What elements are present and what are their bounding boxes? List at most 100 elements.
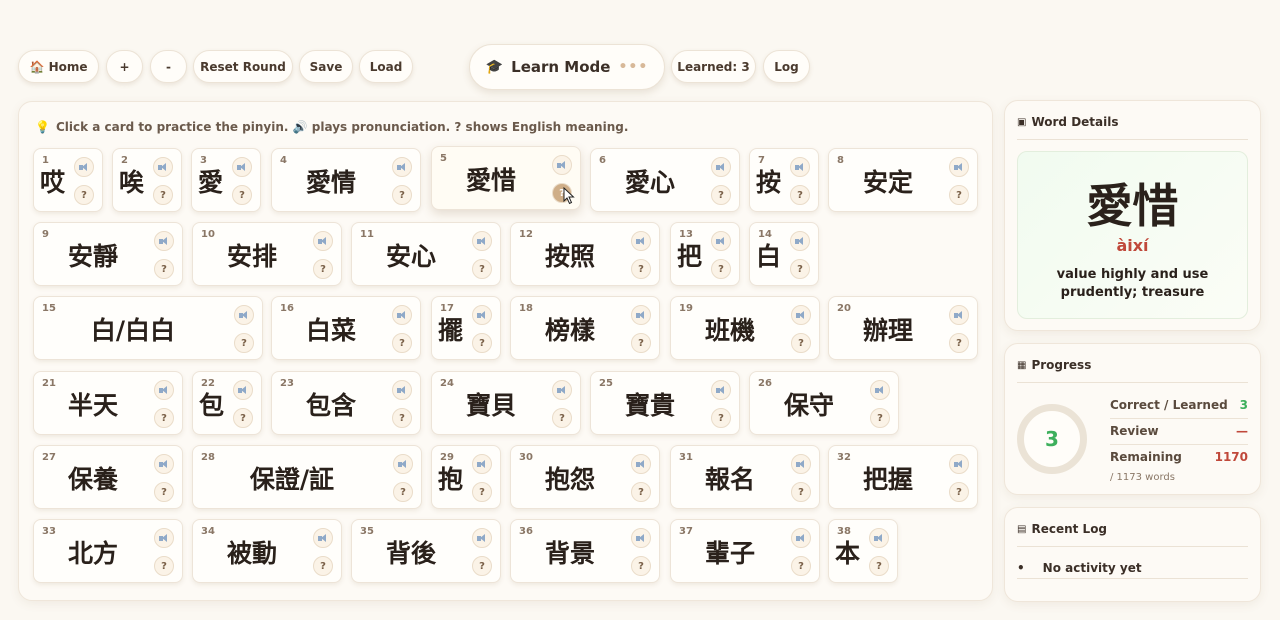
- speaker-icon[interactable]: [313, 231, 333, 251]
- word-card[interactable]: 30 抱怨?: [510, 445, 660, 509]
- speaker-icon[interactable]: [393, 454, 413, 474]
- word-card[interactable]: 34 被動?: [192, 519, 342, 583]
- meaning-button[interactable]: ?: [790, 259, 810, 279]
- word-card[interactable]: 4 愛情?: [271, 148, 421, 212]
- meaning-button[interactable]: ?: [472, 482, 492, 502]
- meaning-button[interactable]: ?: [790, 185, 810, 205]
- word-card[interactable]: 7 按?: [749, 148, 819, 212]
- word-card[interactable]: 24 寶貝?: [431, 371, 581, 435]
- meaning-button[interactable]: ?: [154, 556, 174, 576]
- speaker-icon[interactable]: [552, 155, 572, 175]
- word-card[interactable]: 16 白菜?: [271, 296, 421, 360]
- meaning-button[interactable]: ?: [154, 259, 174, 279]
- meaning-button[interactable]: ?: [631, 556, 651, 576]
- word-card[interactable]: 12 按照?: [510, 222, 660, 286]
- speaker-icon[interactable]: [154, 454, 174, 474]
- speaker-icon[interactable]: [154, 528, 174, 548]
- meaning-button[interactable]: ?: [631, 333, 651, 353]
- speaker-icon[interactable]: [869, 528, 889, 548]
- meaning-button[interactable]: ?: [154, 408, 174, 428]
- word-card[interactable]: 14 白?: [749, 222, 819, 286]
- word-card[interactable]: 25 寶貴?: [590, 371, 740, 435]
- speaker-icon[interactable]: [472, 528, 492, 548]
- speaker-icon[interactable]: [949, 157, 969, 177]
- load-button[interactable]: Load: [359, 50, 413, 83]
- meaning-button[interactable]: ?: [949, 185, 969, 205]
- speaker-icon[interactable]: [790, 231, 810, 251]
- word-card[interactable]: 23 包含?: [271, 371, 421, 435]
- word-card[interactable]: 29 抱?: [431, 445, 501, 509]
- word-card[interactable]: 32 把握?: [828, 445, 978, 509]
- meaning-button[interactable]: ?: [552, 408, 572, 428]
- word-card[interactable]: 9 安靜?: [33, 222, 183, 286]
- speaker-icon[interactable]: [631, 528, 651, 548]
- log-button[interactable]: Log: [763, 50, 810, 83]
- word-card[interactable]: 33 北方?: [33, 519, 183, 583]
- word-card[interactable]: 5 愛惜?: [431, 146, 581, 210]
- meaning-button[interactable]: ?: [631, 482, 651, 502]
- speaker-icon[interactable]: [791, 305, 811, 325]
- meaning-button[interactable]: ?: [472, 556, 492, 576]
- meaning-button[interactable]: ?: [234, 333, 254, 353]
- meaning-button[interactable]: ?: [393, 482, 413, 502]
- meaning-button[interactable]: ?: [313, 259, 333, 279]
- speaker-icon[interactable]: [791, 454, 811, 474]
- word-card[interactable]: 36 背景?: [510, 519, 660, 583]
- speaker-icon[interactable]: [392, 380, 412, 400]
- word-card[interactable]: 20 辦理?: [828, 296, 978, 360]
- meaning-button[interactable]: ?: [631, 259, 651, 279]
- meaning-button[interactable]: ?: [74, 185, 94, 205]
- speaker-icon[interactable]: [949, 305, 969, 325]
- word-card[interactable]: 27 保養?: [33, 445, 183, 509]
- meaning-button[interactable]: ?: [232, 185, 252, 205]
- meaning-button[interactable]: ?: [392, 185, 412, 205]
- word-card[interactable]: 31 報名?: [670, 445, 820, 509]
- meaning-button[interactable]: ?: [154, 482, 174, 502]
- word-card[interactable]: 35 背後?: [351, 519, 501, 583]
- meaning-button[interactable]: ?: [949, 482, 969, 502]
- meaning-button[interactable]: ?: [869, 556, 889, 576]
- home-button[interactable]: 🏠 Home: [18, 50, 99, 83]
- speaker-icon[interactable]: [552, 380, 572, 400]
- speaker-icon[interactable]: [631, 231, 651, 251]
- word-card[interactable]: 37 輩子?: [670, 519, 820, 583]
- word-card[interactable]: 13 把?: [670, 222, 740, 286]
- word-card[interactable]: 8 安定?: [828, 148, 978, 212]
- word-card[interactable]: 6 愛心?: [590, 148, 740, 212]
- meaning-button[interactable]: ?: [472, 259, 492, 279]
- meaning-button[interactable]: ?: [791, 556, 811, 576]
- word-card[interactable]: 19 班機?: [670, 296, 820, 360]
- minus-button[interactable]: -: [150, 50, 187, 83]
- speaker-icon[interactable]: [153, 157, 173, 177]
- word-card[interactable]: 22 包?: [192, 371, 262, 435]
- meaning-button[interactable]: ?: [472, 333, 492, 353]
- speaker-icon[interactable]: [870, 380, 890, 400]
- speaker-icon[interactable]: [472, 231, 492, 251]
- word-card[interactable]: 2 唉?: [112, 148, 182, 212]
- meaning-button[interactable]: ?: [153, 185, 173, 205]
- speaker-icon[interactable]: [711, 231, 731, 251]
- word-card[interactable]: 11 安心?: [351, 222, 501, 286]
- meaning-button[interactable]: ?: [711, 185, 731, 205]
- speaker-icon[interactable]: [949, 454, 969, 474]
- speaker-icon[interactable]: [233, 380, 253, 400]
- meaning-button[interactable]: ?: [313, 556, 333, 576]
- speaker-icon[interactable]: [154, 380, 174, 400]
- learn-mode-button[interactable]: 🎓 Learn Mode •••: [469, 44, 665, 90]
- word-card[interactable]: 38 本?: [828, 519, 898, 583]
- speaker-icon[interactable]: [472, 454, 492, 474]
- speaker-icon[interactable]: [631, 454, 651, 474]
- meaning-button[interactable]: ?: [711, 408, 731, 428]
- word-card[interactable]: 17 擺?: [431, 296, 501, 360]
- speaker-icon[interactable]: [711, 380, 731, 400]
- speaker-icon[interactable]: [313, 528, 333, 548]
- meaning-button[interactable]: ?: [949, 333, 969, 353]
- speaker-icon[interactable]: [234, 305, 254, 325]
- speaker-icon[interactable]: [392, 305, 412, 325]
- speaker-icon[interactable]: [791, 528, 811, 548]
- speaker-icon[interactable]: [711, 157, 731, 177]
- speaker-icon[interactable]: [154, 231, 174, 251]
- word-card[interactable]: 28 保證/証?: [192, 445, 422, 509]
- word-card[interactable]: 3 愛?: [191, 148, 261, 212]
- word-card[interactable]: 1 哎?: [33, 148, 103, 212]
